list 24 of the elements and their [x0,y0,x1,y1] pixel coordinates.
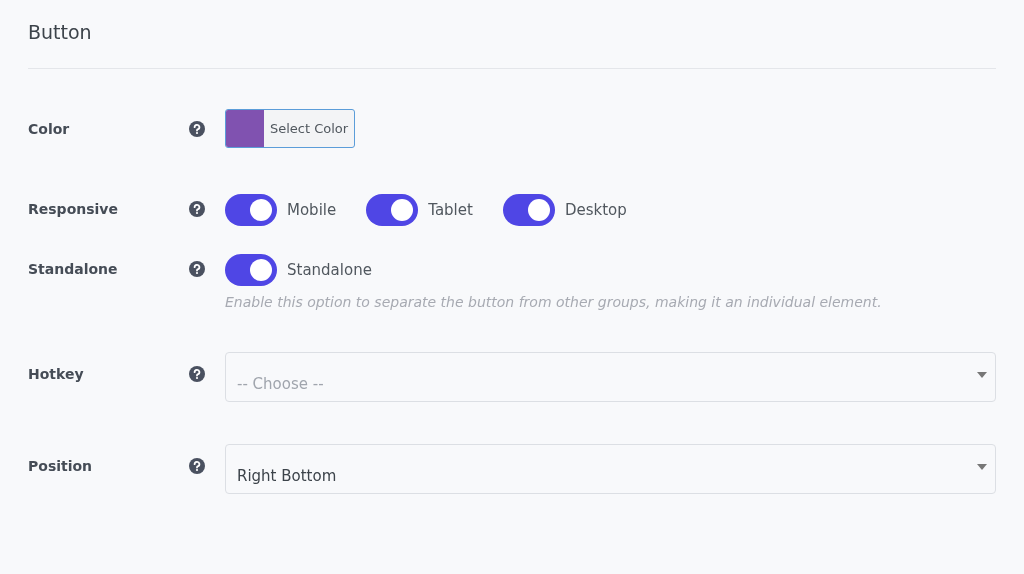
help-icon[interactable] [189,458,205,474]
select-field[interactable]: Right Bottom [225,444,996,494]
toggle-switch[interactable] [225,254,277,286]
field-label: Position [28,458,94,474]
toggle-switch[interactable] [225,194,277,226]
field-label: Standalone [28,261,119,277]
help-icon[interactable] [189,201,205,217]
help-icon[interactable] [189,261,205,277]
toggle-label: Mobile [287,201,337,219]
field-label: Color [28,120,71,137]
toggle-label: Desktop [564,201,627,219]
color-picker[interactable]: Select Color [225,109,355,148]
help-text: Enable this option to separate the button from other groups, making it an individual element. [225,294,883,310]
toggle-label: Tablet [428,201,473,219]
toggle-switch[interactable] [502,194,555,226]
help-icon[interactable] [189,366,205,382]
caret-icon [977,372,987,378]
section-title: Button [28,20,93,45]
toggle-switch[interactable] [366,194,419,226]
field-label: Hotkey [28,366,85,382]
field-label: Responsive [28,201,119,217]
toggle-label: Standalone [287,261,372,279]
help-icon[interactable] [189,120,205,137]
caret-icon [977,464,987,470]
